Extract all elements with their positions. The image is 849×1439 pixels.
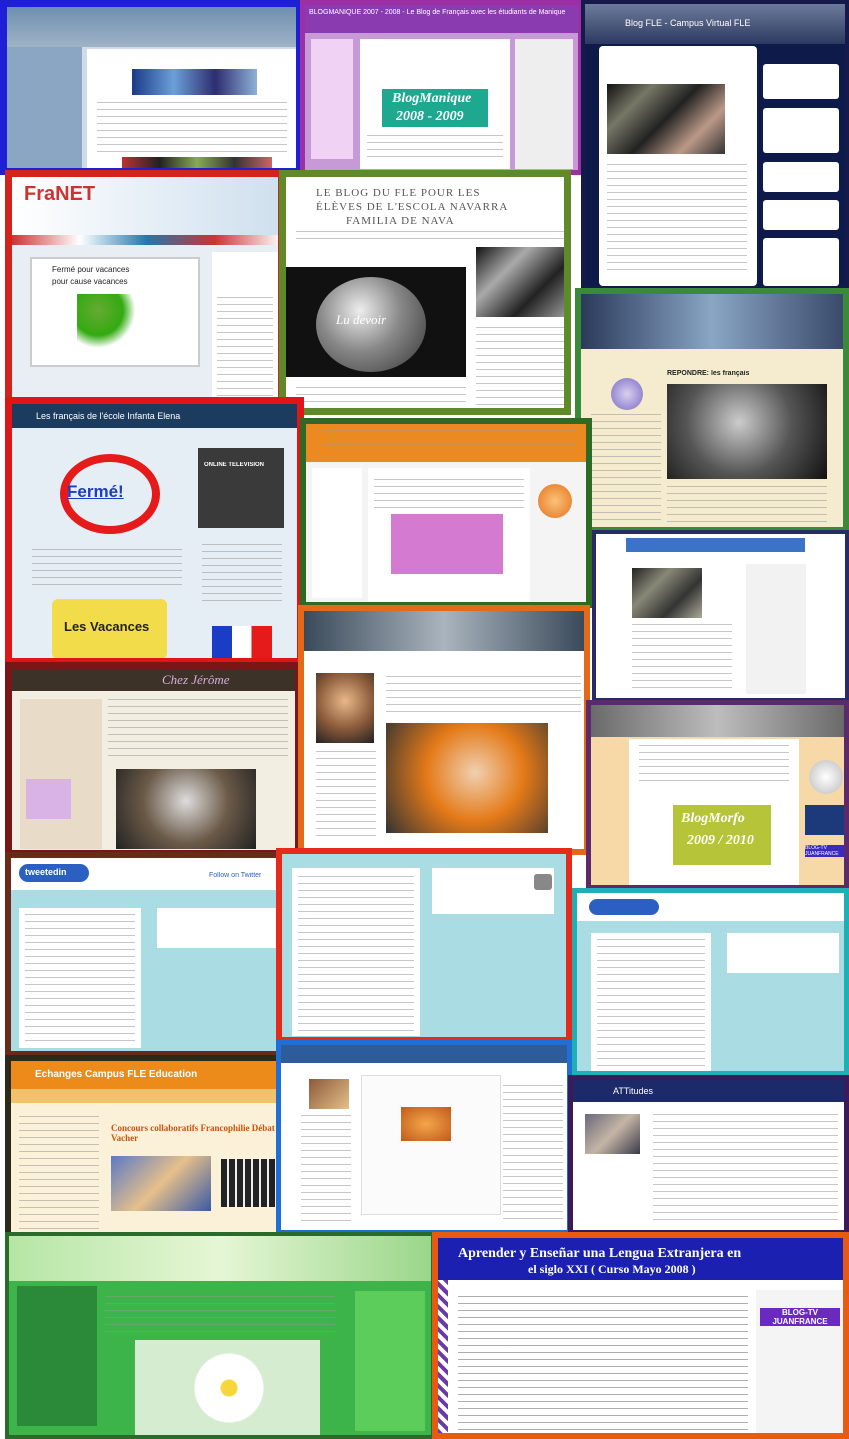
blogmanique-logo: BlogManique 2008 - 2009 xyxy=(380,87,490,129)
tile-ferme[interactable]: Les français de l'école Infanta Elena Fe… xyxy=(5,397,304,665)
blog-title: FraNET xyxy=(24,183,96,205)
highlight-box xyxy=(391,514,503,574)
blog-header: BLOGMANIQUE 2007 - 2008 - Le Blog de Fra… xyxy=(305,5,578,33)
thumbnail-image xyxy=(476,247,564,317)
thumbnail-image xyxy=(632,568,702,618)
tile-blogmorfo[interactable]: BlogMorfo 2009 / 2010 BLOG-TV JUANFRANCE xyxy=(586,700,849,890)
tile-chez-jerome[interactable]: Chez Jérôme xyxy=(5,662,302,857)
blog-title: Aprender y Enseñar una Lengua Extranjera… xyxy=(458,1246,742,1261)
daisy-image xyxy=(189,1348,269,1428)
blog-title: ATTitudes xyxy=(573,1080,844,1102)
blue-icon xyxy=(611,378,643,410)
notice-box: Fermé pour vacances pour cause vacances xyxy=(30,257,200,367)
video-player[interactable] xyxy=(667,384,827,479)
group-photo xyxy=(585,1114,640,1154)
tile-le-monde[interactable] xyxy=(298,605,590,855)
tile-aprender[interactable]: Aprender y Enseñar una Lengua Extranjera… xyxy=(432,1232,849,1439)
clock-icon xyxy=(809,760,843,794)
tile-green-blog[interactable] xyxy=(5,1232,435,1439)
orange-icon xyxy=(538,484,572,518)
tile-pays-basque[interactable]: LE BLOG DU FLE POUR LES ÉLÈVES DE L'ESCO… xyxy=(279,170,571,415)
tile-blog-left-top[interactable] xyxy=(0,0,303,175)
hammock-image xyxy=(77,294,147,349)
tile-tweet-right[interactable] xyxy=(572,888,849,1076)
tile-blue-sidebar[interactable] xyxy=(592,530,849,702)
thumbnail-image xyxy=(309,1079,349,1109)
tile-echanges[interactable]: Echanges Campus FLE Education Concours c… xyxy=(5,1055,302,1240)
lilac-image xyxy=(26,779,71,819)
chat-icon xyxy=(534,874,552,890)
thumbnail-image xyxy=(111,1156,211,1211)
blog-title: Echanges Campus FLE Education xyxy=(11,1061,296,1089)
video-player[interactable] xyxy=(386,723,548,833)
blog-header: Blog FLE - Campus Virtual FLE xyxy=(585,4,845,44)
tile-fle-top[interactable]: Blog FLE - Campus Virtual FLE xyxy=(581,0,849,290)
tile-franet[interactable]: FraNET Fermé pour vacances pour cause va… xyxy=(5,170,285,405)
france-map xyxy=(212,626,272,658)
blogmorfo-logo: BlogMorfo 2009 / 2010 xyxy=(673,805,771,865)
tile-tweet-left[interactable]: tweetedin Follow on Twitter xyxy=(5,852,285,1057)
tile-orange-blog[interactable] xyxy=(300,418,592,608)
tile-blogmanique[interactable]: BLOGMANIQUE 2007 - 2008 - Le Blog de Fra… xyxy=(300,0,583,175)
food-image xyxy=(401,1107,451,1141)
blog-title: Chez Jérôme xyxy=(12,669,295,691)
video-player[interactable] xyxy=(116,769,256,849)
blog-title: LE BLOG DU FLE POUR LES xyxy=(316,187,481,199)
blog-title: Les français de l'école Infanta Elena xyxy=(12,404,297,428)
tweetedin-logo xyxy=(589,899,659,915)
profile-photo xyxy=(316,673,374,743)
tile-attitudes[interactable]: ATTitudes xyxy=(568,1075,849,1235)
tile-bonapetiso[interactable] xyxy=(276,1040,572,1235)
tile-tweet-mid[interactable] xyxy=(276,848,572,1043)
thumbnail-image xyxy=(607,84,725,154)
thumbnail-image xyxy=(132,69,257,95)
tile-sevres[interactable]: RÉPONDRE: les français xyxy=(575,288,849,533)
